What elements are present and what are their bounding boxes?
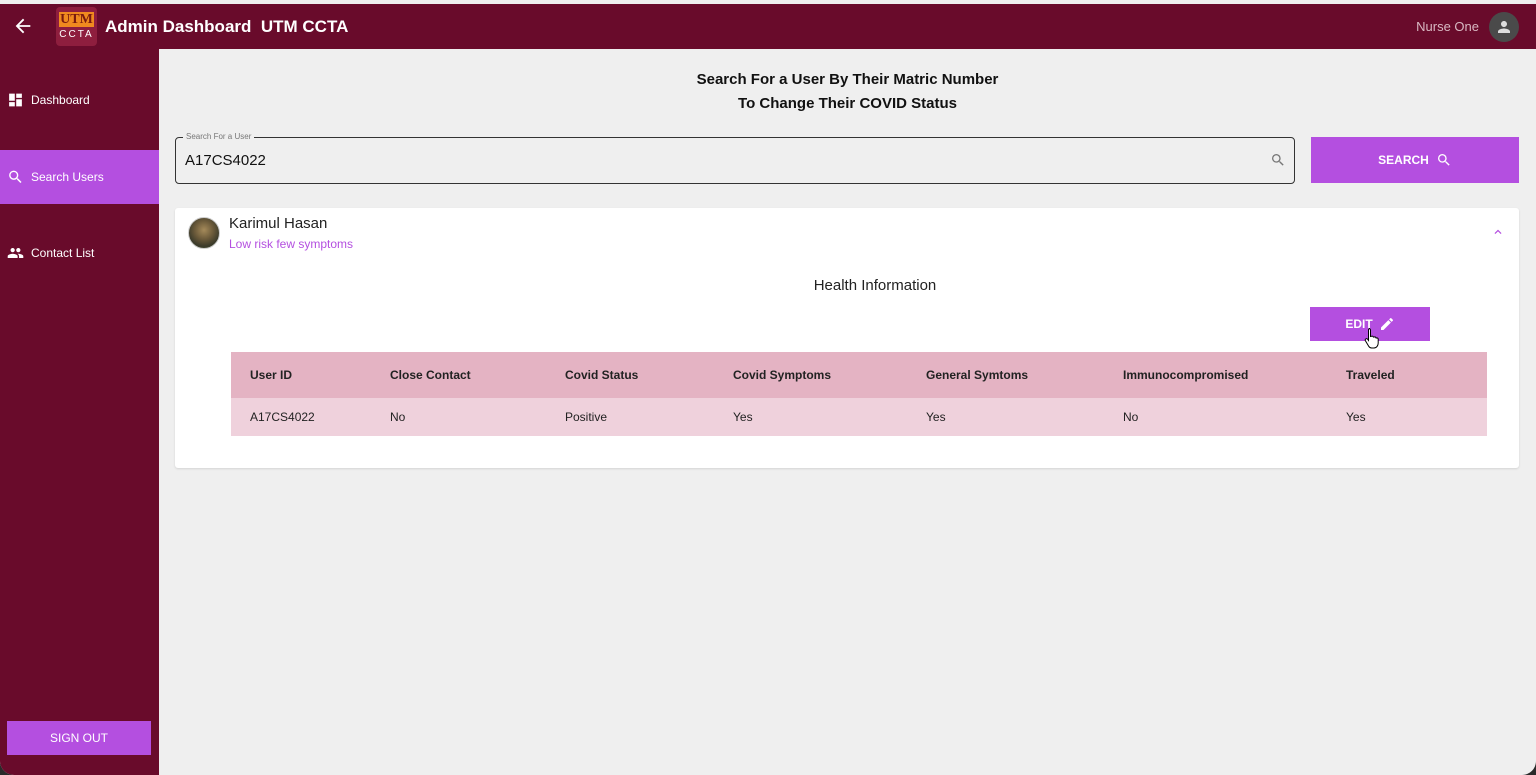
column-header: Covid Status bbox=[546, 352, 714, 398]
column-header: General Symtoms bbox=[907, 352, 1104, 398]
search-input[interactable]: Search For a User A17CS4022 bbox=[175, 132, 1295, 184]
current-user-name: Nurse One bbox=[1416, 19, 1479, 34]
table-cell: No bbox=[371, 398, 546, 436]
search-icon bbox=[1272, 154, 1284, 166]
table-cell: Yes bbox=[907, 398, 1104, 436]
app-window: UTM CCTA Admin Dashboard UTM CCTA Nurse … bbox=[0, 0, 1536, 775]
user-card: Karimul Hasan Low risk few symptoms Heal… bbox=[175, 208, 1519, 468]
search-icon bbox=[9, 170, 22, 184]
sidebar: Dashboard Search Users Contact List SIGN… bbox=[0, 49, 159, 775]
column-header: Traveled bbox=[1327, 352, 1487, 398]
health-info-table: User ID Close Contact Covid Status Covid… bbox=[231, 352, 1487, 436]
app-title: Admin Dashboard UTM CCTA bbox=[105, 17, 349, 36]
app-bar: UTM CCTA Admin Dashboard UTM CCTA Nurse … bbox=[0, 4, 1536, 49]
table-header-row: User ID Close Contact Covid Status Covid… bbox=[231, 352, 1487, 398]
sidebar-item-search-users[interactable]: Search Users bbox=[0, 150, 159, 204]
logo-top-text: UTM bbox=[59, 12, 94, 27]
table-cell: Positive bbox=[546, 398, 714, 436]
person-icon bbox=[1498, 21, 1510, 33]
search-input-label: Search For a User bbox=[183, 132, 255, 142]
sidebar-item-label: Contact List bbox=[31, 246, 95, 260]
pencil-icon bbox=[1380, 317, 1393, 330]
sidebar-item-dashboard[interactable]: Dashboard bbox=[0, 73, 159, 127]
page-heading-line2: To Change Their COVID Status bbox=[738, 95, 957, 112]
user-risk-status: Low risk few symptoms bbox=[229, 237, 354, 251]
chevron-up-icon[interactable] bbox=[1491, 225, 1505, 239]
user-avatar[interactable] bbox=[1489, 12, 1519, 42]
table-row: A17CS4022 No Positive Yes Yes No Yes bbox=[231, 398, 1487, 436]
column-header: Close Contact bbox=[371, 352, 546, 398]
table-cell: No bbox=[1104, 398, 1327, 436]
search-input-value[interactable]: A17CS4022 bbox=[185, 152, 266, 169]
sidebar-item-contact-list[interactable]: Contact List bbox=[0, 226, 159, 280]
user-avatar bbox=[188, 217, 220, 249]
page-heading: Search For a User By Their Matric Number… bbox=[159, 68, 1536, 116]
column-header: Covid Symptoms bbox=[714, 352, 907, 398]
sidebar-item-label: Dashboard bbox=[31, 93, 90, 107]
sign-out-button[interactable]: SIGN OUT bbox=[7, 721, 151, 755]
user-name: Karimul Hasan bbox=[229, 215, 328, 232]
search-button-label: SEARCH bbox=[1378, 153, 1429, 167]
search-icon bbox=[1437, 154, 1450, 166]
table-cell: Yes bbox=[714, 398, 907, 436]
table-cell: Yes bbox=[1327, 398, 1487, 436]
back-arrow-icon[interactable] bbox=[12, 15, 34, 37]
column-header: User ID bbox=[231, 352, 371, 398]
search-button[interactable]: SEARCH bbox=[1311, 137, 1519, 183]
table-cell: A17CS4022 bbox=[231, 398, 371, 436]
column-header: Immunocompromised bbox=[1104, 352, 1327, 398]
sidebar-item-label: Search Users bbox=[31, 170, 104, 184]
section-title: Health Information bbox=[813, 277, 937, 294]
people-icon bbox=[7, 248, 24, 258]
dashboard-icon bbox=[9, 93, 22, 107]
app-logo: UTM CCTA bbox=[56, 7, 97, 46]
page-heading-line1: Search For a User By Their Matric Number bbox=[696, 71, 999, 88]
hand-cursor-icon bbox=[1364, 328, 1379, 349]
logo-bottom-text: CCTA bbox=[59, 29, 94, 40]
